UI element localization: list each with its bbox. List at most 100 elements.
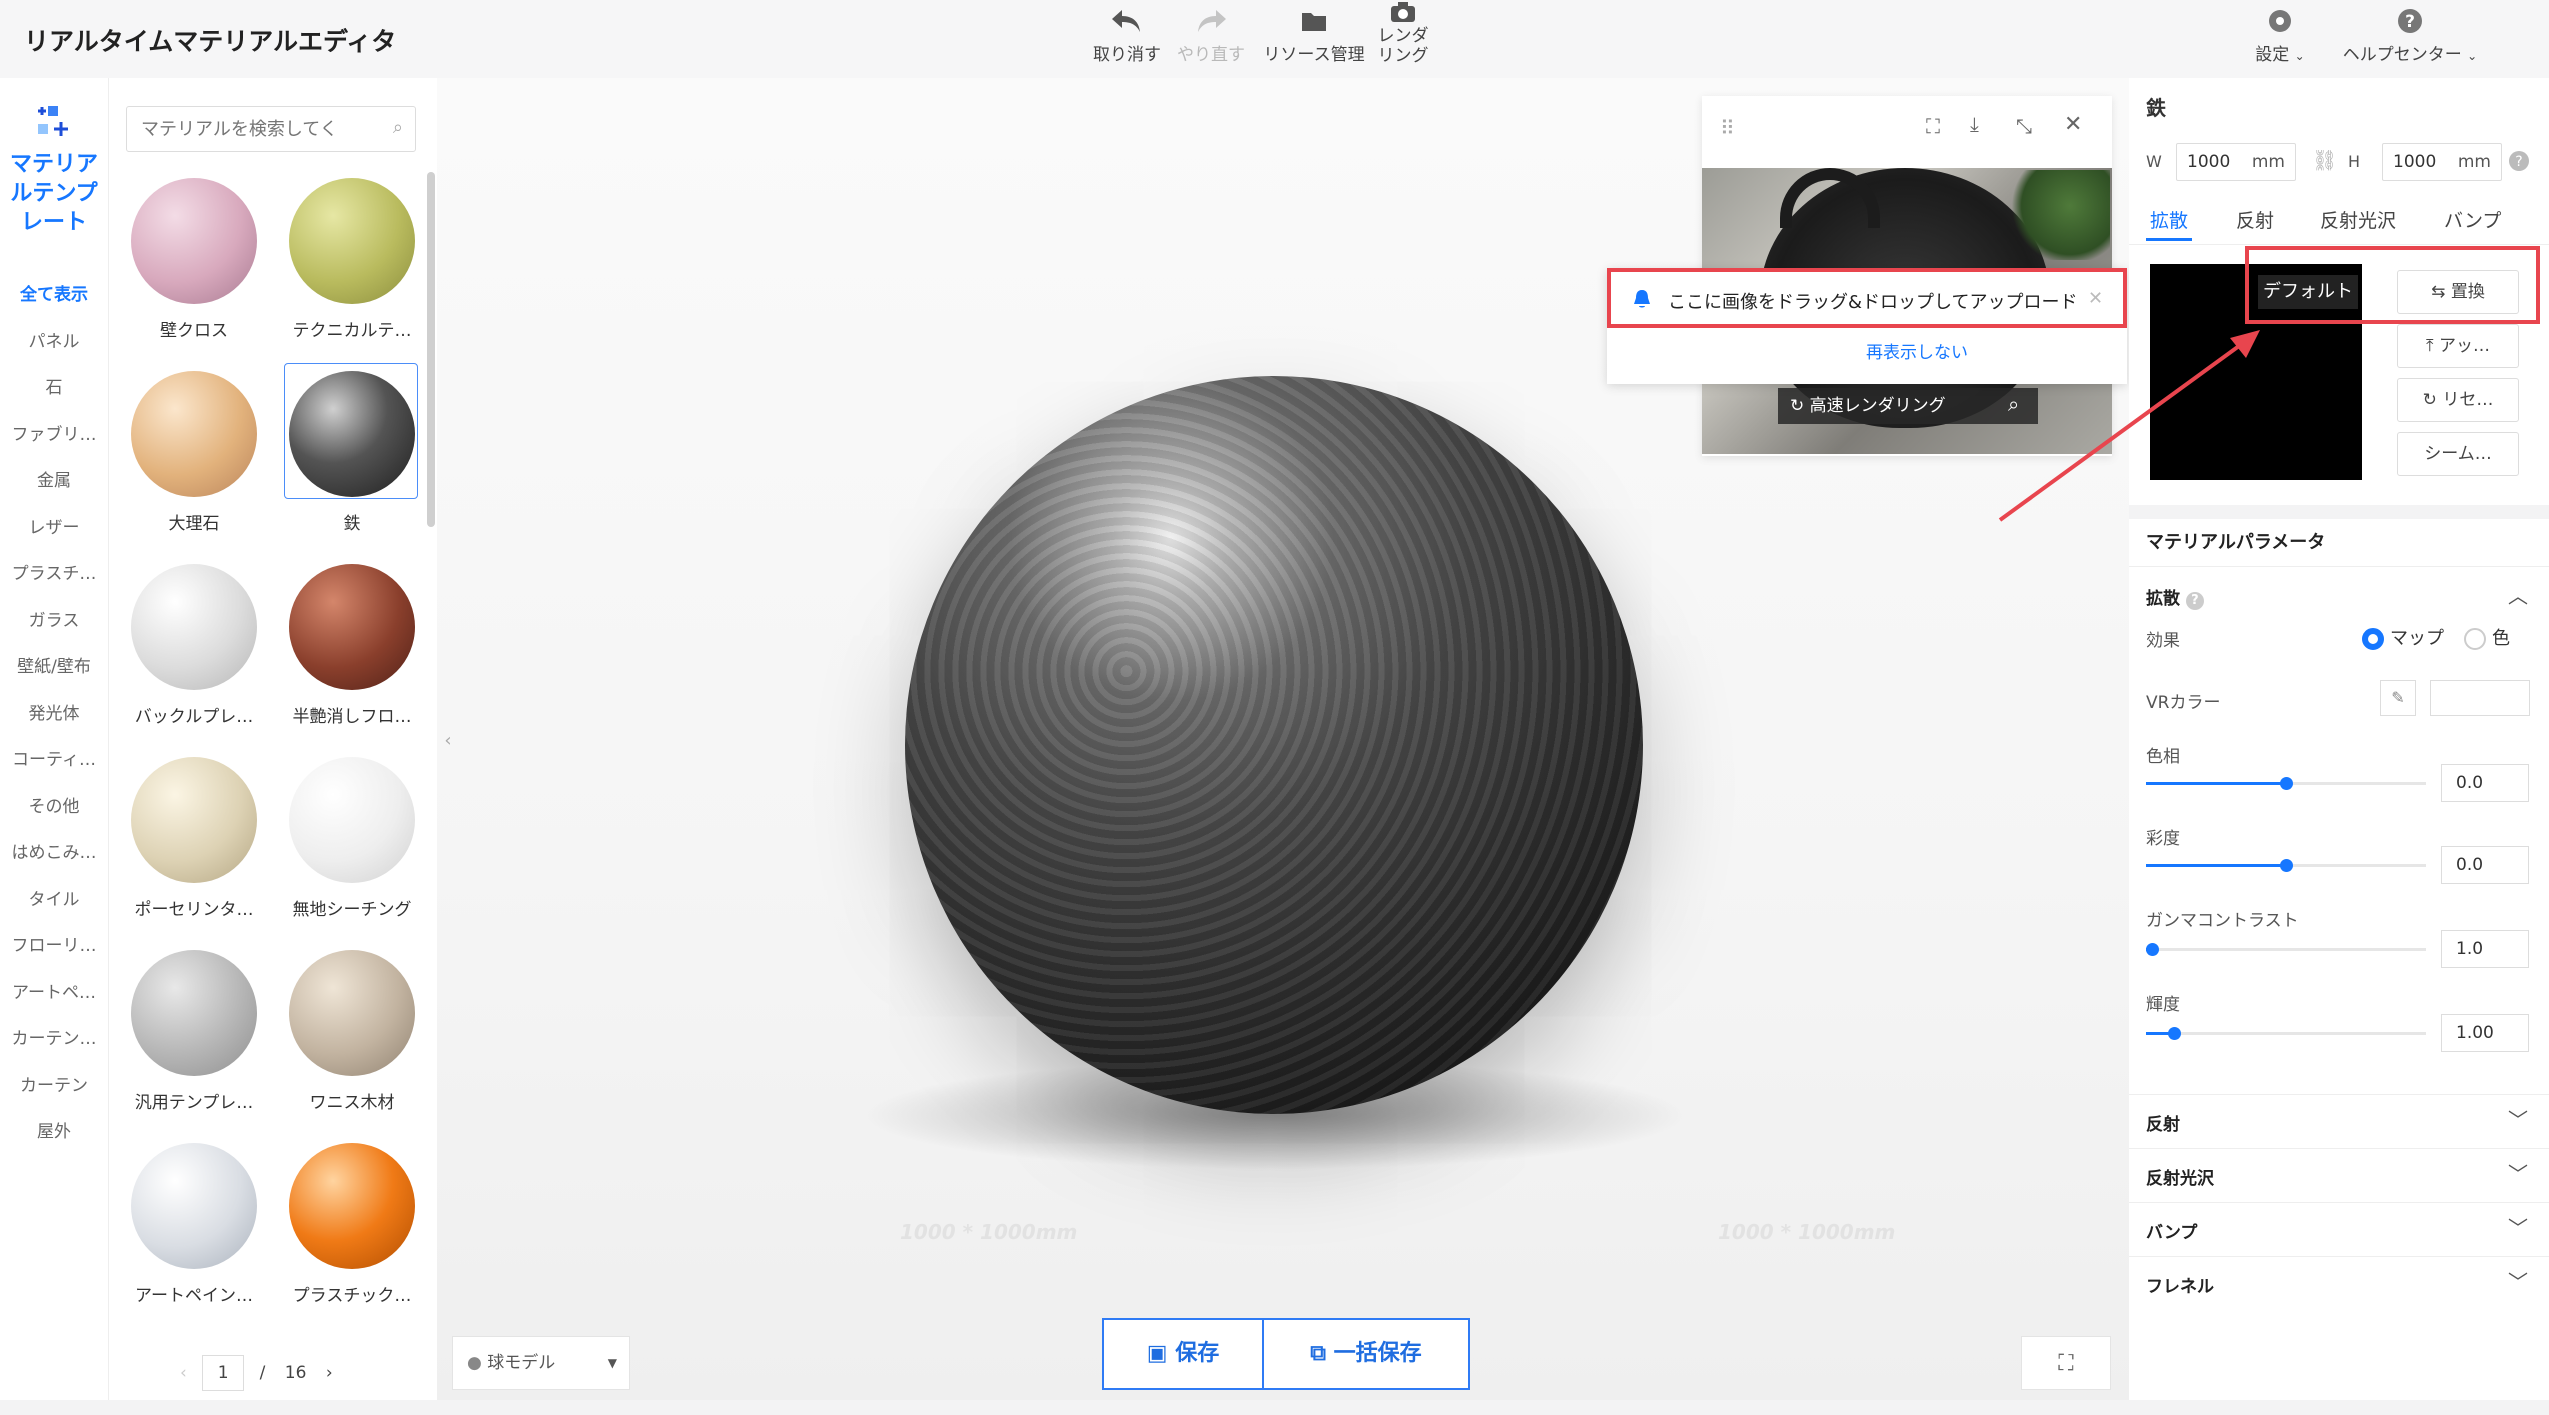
help-center-button[interactable]: ? ヘルプセンター ⌄ (2330, 6, 2490, 65)
tab-reflect[interactable]: 反射 (2236, 206, 2274, 233)
chevron-down-icon[interactable]: ﹀ (2508, 1158, 2528, 1187)
hue-input[interactable]: 0.0 (2441, 764, 2529, 802)
minimize-icon[interactable]: ⤡ (2016, 114, 2032, 138)
material-item[interactable]: 壁クロス (124, 178, 264, 341)
seamless-button[interactable]: シーム… (2397, 432, 2519, 476)
brightness-input[interactable]: 1.00 (2441, 1014, 2529, 1052)
effect-radio-map[interactable]: マップ (2362, 624, 2444, 650)
material-item[interactable]: 鉄 (282, 363, 422, 534)
material-search[interactable]: ⌕ (126, 106, 416, 152)
tab-reflect-gloss[interactable]: 反射光沢 (2320, 206, 2396, 233)
category-item[interactable]: フローリ… (0, 931, 108, 956)
resource-management-button[interactable]: リソース管理 (1258, 6, 1370, 65)
fullscreen-button[interactable]: ⛶ (2021, 1336, 2111, 1390)
fast-render-button[interactable]: ↻ 高速レンダリング (1778, 388, 1998, 424)
material-item[interactable]: 汎用テンプレ… (124, 950, 264, 1113)
saturation-slider[interactable] (2146, 859, 2426, 872)
material-label: ワニス木材 (309, 1093, 395, 1113)
gamma-slider[interactable] (2146, 943, 2426, 956)
material-label: アートペイン… (135, 1286, 253, 1306)
upload-button[interactable]: ⤒ アッ… (2397, 324, 2519, 368)
settings-button[interactable]: 設定 ⌄ (2240, 6, 2320, 65)
material-item[interactable]: ポーセリンタ… (124, 757, 264, 920)
saturation-input[interactable]: 0.0 (2441, 846, 2529, 884)
section-fresnel[interactable]: フレネル (2146, 1272, 2214, 1297)
category-item[interactable]: コーティ… (0, 745, 108, 770)
hue-label: 色相 (2146, 747, 2180, 767)
tab-bump[interactable]: バンプ (2444, 206, 2501, 233)
category-item[interactable]: 発光体 (0, 699, 108, 724)
render-button[interactable]: レンダ リング (1368, 0, 1438, 66)
material-thumbnail (131, 950, 257, 1076)
eyedropper-icon[interactable]: ✎ (2380, 680, 2416, 716)
material-item[interactable]: 無地シーチング (282, 757, 422, 920)
brightness-slider[interactable] (2146, 1027, 2426, 1040)
material-item[interactable]: ワニス木材 (282, 950, 422, 1113)
category-item[interactable]: カーテン… (0, 1024, 108, 1049)
category-item[interactable]: 壁紙/壁布 (0, 652, 108, 677)
collapse-panel-button[interactable]: ‹ (437, 715, 459, 767)
params-title: マテリアルパラメータ (2146, 532, 2326, 553)
category-item[interactable]: パネル (0, 327, 108, 352)
material-item[interactable]: テクニカルテ… (282, 178, 422, 341)
chevron-up-icon[interactable]: ︿ (2508, 580, 2528, 609)
upload-icon: ⤒ (2426, 336, 2439, 356)
close-icon[interactable]: ✕ (2064, 112, 2082, 137)
category-item[interactable]: 全て表示 (0, 280, 108, 305)
save-button[interactable]: ▣ 保存 (1104, 1320, 1262, 1388)
category-item[interactable]: レザー (0, 513, 108, 538)
width-input[interactable]: 1000 mm (2176, 143, 2296, 181)
effect-radio-color[interactable]: 色 (2464, 624, 2510, 650)
dont-show-again-link[interactable]: 再表示しない (1866, 338, 1968, 363)
category-item[interactable]: タイル (0, 885, 108, 910)
slider-knob[interactable] (2168, 1027, 2181, 1040)
redo-button[interactable]: やり直す (1166, 6, 1256, 65)
reset-button[interactable]: ↻ リセ… (2397, 378, 2519, 422)
category-item[interactable]: カーテン (0, 1071, 108, 1096)
gamma-input[interactable]: 1.0 (2441, 930, 2529, 968)
slider-knob[interactable] (2280, 777, 2293, 790)
section-reflect-gloss[interactable]: 反射光沢 (2146, 1164, 2214, 1189)
page-input[interactable]: 1 (202, 1355, 245, 1391)
slider-knob[interactable] (2146, 943, 2159, 956)
material-item[interactable]: プラスチック… (282, 1143, 422, 1306)
toast-close-icon[interactable]: ✕ (2088, 288, 2103, 309)
vr-color-input[interactable] (2430, 680, 2530, 716)
prev-page-button[interactable]: ‹ (180, 1363, 187, 1383)
category-item[interactable]: ガラス (0, 606, 108, 631)
category-item[interactable]: 金属 (0, 466, 108, 491)
model-select[interactable]: ● 球モデル ▼ (452, 1336, 630, 1390)
material-template-tab[interactable]: マテリアルテンプレート (0, 150, 108, 237)
chevron-down-icon[interactable]: ﹀ (2508, 1104, 2528, 1133)
download-icon[interactable]: ⤓ (1970, 112, 1979, 136)
help-icon[interactable]: ? (2508, 150, 2530, 172)
category-item[interactable]: 石 (0, 373, 108, 398)
chevron-down-icon[interactable]: ﹀ (2508, 1212, 2528, 1241)
material-scrollbar[interactable] (427, 172, 435, 527)
material-search-input[interactable] (141, 107, 381, 151)
slider-knob[interactable] (2280, 859, 2293, 872)
category-item[interactable]: 屋外 (0, 1117, 108, 1142)
link-icon[interactable]: ⛓ (2312, 148, 2337, 172)
fit-icon[interactable]: ⛶ (1926, 114, 1940, 138)
material-item[interactable]: 大理石 (124, 371, 264, 534)
material-item[interactable]: バックルプレ… (124, 564, 264, 727)
section-diffuse[interactable]: 拡散 ? (2146, 584, 2204, 610)
category-item[interactable]: はめこみ… (0, 838, 108, 863)
section-bump[interactable]: バンプ (2146, 1218, 2197, 1243)
category-item[interactable]: その他 (0, 792, 108, 817)
section-reflect[interactable]: 反射 (2146, 1110, 2180, 1135)
material-item[interactable]: 半艶消しフロ… (282, 564, 422, 727)
tab-diffuse[interactable]: 拡散 (2150, 206, 2188, 233)
drag-handle-icon[interactable]: ⠿ (1720, 116, 1735, 140)
category-item[interactable]: ファブリ… (0, 420, 108, 445)
undo-button[interactable]: 取り消す (1082, 6, 1172, 65)
hue-slider[interactable] (2146, 777, 2426, 790)
batch-save-button[interactable]: ⧉ 一括保存 (1262, 1320, 1468, 1388)
category-item[interactable]: アートペ… (0, 978, 108, 1003)
category-item[interactable]: プラスチ… (0, 559, 108, 584)
next-page-button[interactable]: › (326, 1363, 333, 1383)
height-input[interactable]: 1000 mm (2382, 143, 2502, 181)
chevron-down-icon[interactable]: ﹀ (2508, 1266, 2528, 1295)
material-item[interactable]: アートペイン… (124, 1143, 264, 1306)
